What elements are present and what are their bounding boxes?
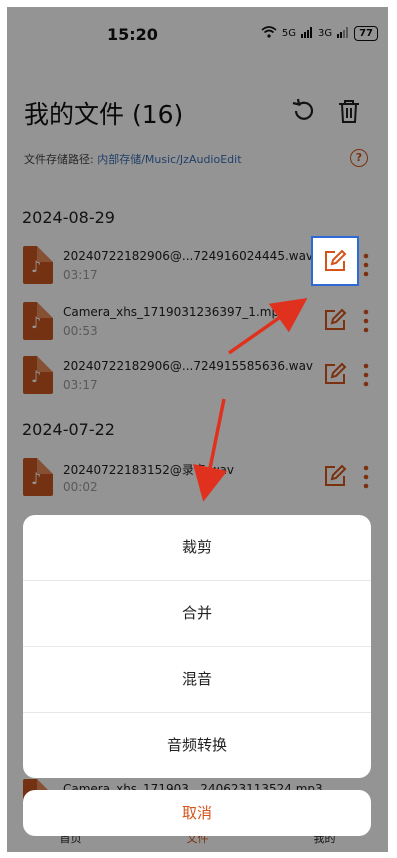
screen: 15:20 5G 3G 77 我的文件 (16) 文件存储路径: 内部存储/Mu…	[7, 7, 388, 852]
menu-item-mix[interactable]: 混音	[23, 647, 371, 713]
menu-item-convert[interactable]: 音频转换	[23, 713, 371, 778]
arrow-to-sheet	[193, 398, 228, 502]
menu-item-merge[interactable]: 合并	[23, 581, 371, 647]
action-sheet: 裁剪 合并 混音 音频转换	[23, 515, 371, 778]
menu-item-trim[interactable]: 裁剪	[23, 515, 371, 581]
screen-edge	[388, 0, 397, 858]
cancel-button[interactable]: 取消	[23, 790, 371, 836]
arrow-to-edit	[227, 297, 308, 355]
